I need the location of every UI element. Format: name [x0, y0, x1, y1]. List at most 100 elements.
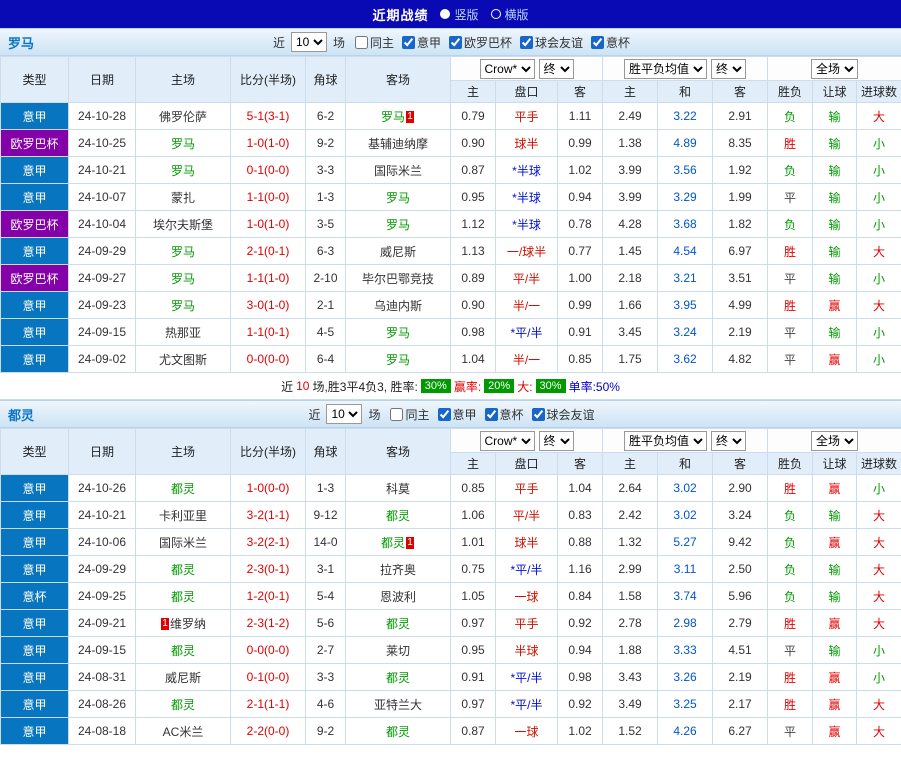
filter-checkbox[interactable]: 意杯 [591, 34, 630, 51]
result-cell: 负 [768, 556, 813, 583]
checkbox-input[interactable] [485, 408, 498, 421]
checkbox-label: 欧罗巴杯 [464, 34, 512, 51]
corners-cell: 6-3 [306, 238, 346, 265]
home-odds-cell: 1.04 [451, 346, 496, 373]
away-odds-cell: 0.77 [558, 238, 603, 265]
result-cell: 负 [768, 529, 813, 556]
filter-checkbox[interactable]: 球会友谊 [520, 34, 583, 51]
handicap-result-cell: 赢 [813, 529, 857, 556]
away-team-cell: 罗马 [346, 211, 451, 238]
avg-header: 胜平负均值终 [603, 57, 768, 81]
handicap-result-cell: 输 [813, 319, 857, 346]
avg-type-select[interactable]: 胜平负均值 [624, 59, 707, 79]
filter-checkbox[interactable]: 同主 [355, 34, 394, 51]
date-cell: 24-09-02 [69, 346, 136, 373]
layout-option-horizontal[interactable]: 横版 [491, 6, 529, 23]
avg-time-select[interactable]: 终 [711, 431, 746, 451]
match-type-cell: 意杯 [1, 583, 69, 610]
result-cell: 平 [768, 718, 813, 745]
score-cell: 0-1(0-0) [231, 664, 306, 691]
avg-away-cell: 2.17 [713, 691, 768, 718]
avg-home-cell: 2.42 [603, 502, 658, 529]
goals-cell: 大 [857, 583, 901, 610]
corners-cell: 6-4 [306, 346, 346, 373]
summary-part: 赢率: [454, 378, 481, 395]
away-odds-cell: 1.00 [558, 265, 603, 292]
checkbox-input[interactable] [390, 408, 403, 421]
match-row: 意甲24-09-23罗马3-0(1-0)2-1乌迪内斯0.90半/一0.991.… [1, 292, 901, 319]
match-count-select[interactable]: 10 [291, 32, 327, 52]
filter-checkbox[interactable]: 欧罗巴杯 [449, 34, 512, 51]
avg-draw-cell: 3.56 [658, 157, 713, 184]
scope-select[interactable]: 全场 [811, 431, 858, 451]
checkbox-input[interactable] [532, 408, 545, 421]
away-team-cell: 都灵 [346, 502, 451, 529]
match-row: 意甲24-10-06国际米兰3-2(2-1)14-0都灵11.01球半0.881… [1, 529, 901, 556]
home-odds-cell: 1.13 [451, 238, 496, 265]
checkbox-input[interactable] [402, 36, 415, 49]
score-cell: 1-0(1-0) [231, 211, 306, 238]
handicap-result-cell: 输 [813, 502, 857, 529]
match-count-select[interactable]: 10 [326, 404, 362, 424]
avg-type-select[interactable]: 胜平负均值 [624, 431, 707, 451]
checkbox-input[interactable] [355, 36, 368, 49]
home-team-cell: 罗马 [136, 238, 231, 265]
away-team-cell: 乌迪内斯 [346, 292, 451, 319]
home-team-cell: 都灵 [136, 691, 231, 718]
avg-away-cell: 4.82 [713, 346, 768, 373]
column-header: 主 [603, 81, 658, 103]
goals-cell: 小 [857, 184, 901, 211]
odds-company-select[interactable]: Crow* [480, 431, 535, 451]
column-header: 主 [451, 453, 496, 475]
home-team-cell: 罗马 [136, 292, 231, 319]
away-team-cell: 罗马1 [346, 103, 451, 130]
checkbox-input[interactable] [438, 408, 451, 421]
layout-option-vertical[interactable]: 竖版 [440, 6, 478, 23]
avg-away-cell: 2.50 [713, 556, 768, 583]
filter-checkbox[interactable]: 同主 [390, 406, 429, 423]
filter-checkbox[interactable]: 意甲 [438, 406, 477, 423]
home-team-name: 罗马 [171, 299, 195, 313]
goals-cell: 大 [857, 718, 901, 745]
checkbox-input[interactable] [449, 36, 462, 49]
home-team-name: 都灵 [171, 563, 195, 577]
scope-select[interactable]: 全场 [811, 59, 858, 79]
odds-time-select[interactable]: 终 [539, 431, 574, 451]
avg-home-cell: 1.32 [603, 529, 658, 556]
away-team-cell: 毕尔巴鄂竞技 [346, 265, 451, 292]
checkbox-label: 意杯 [606, 34, 630, 51]
handicap-result-cell: 输 [813, 583, 857, 610]
near-label: 近 [308, 406, 320, 423]
goals-cell: 大 [857, 529, 901, 556]
away-odds-cell: 0.92 [558, 610, 603, 637]
checkbox-input[interactable] [520, 36, 533, 49]
checkbox-input[interactable] [591, 36, 604, 49]
away-team-name: 都灵 [386, 671, 410, 685]
filter-checkbox[interactable]: 意杯 [485, 406, 524, 423]
result-cell: 胜 [768, 238, 813, 265]
column-header: 类型 [1, 429, 69, 475]
column-header: 客场 [346, 57, 451, 103]
home-odds-cell: 0.75 [451, 556, 496, 583]
filter-checkbox[interactable]: 意甲 [402, 34, 441, 51]
score-cell: 2-3(0-1) [231, 556, 306, 583]
handicap-result-cell: 赢 [813, 346, 857, 373]
odds-time-select[interactable]: 终 [539, 59, 574, 79]
home-team-cell: 1维罗纳 [136, 610, 231, 637]
avg-header: 胜平负均值终 [603, 429, 768, 453]
handicap-result-cell: 赢 [813, 475, 857, 502]
avg-away-cell: 6.27 [713, 718, 768, 745]
away-odds-cell: 0.94 [558, 184, 603, 211]
match-row: 意甲24-09-15热那亚1-1(0-1)4-5罗马0.98*平/半0.913.… [1, 319, 901, 346]
avg-home-cell: 2.18 [603, 265, 658, 292]
odds-company-select[interactable]: Crow* [480, 59, 535, 79]
odds-company-header: Crow*终 [451, 57, 603, 81]
column-header: 进球数 [857, 81, 901, 103]
date-cell: 24-10-21 [69, 157, 136, 184]
avg-away-cell: 2.90 [713, 475, 768, 502]
column-header: 类型 [1, 57, 69, 103]
avg-time-select[interactable]: 终 [711, 59, 746, 79]
away-team-name: 罗马 [386, 326, 410, 340]
filter-checkbox[interactable]: 球会友谊 [532, 406, 595, 423]
away-team-name: 亚特兰大 [374, 698, 422, 712]
